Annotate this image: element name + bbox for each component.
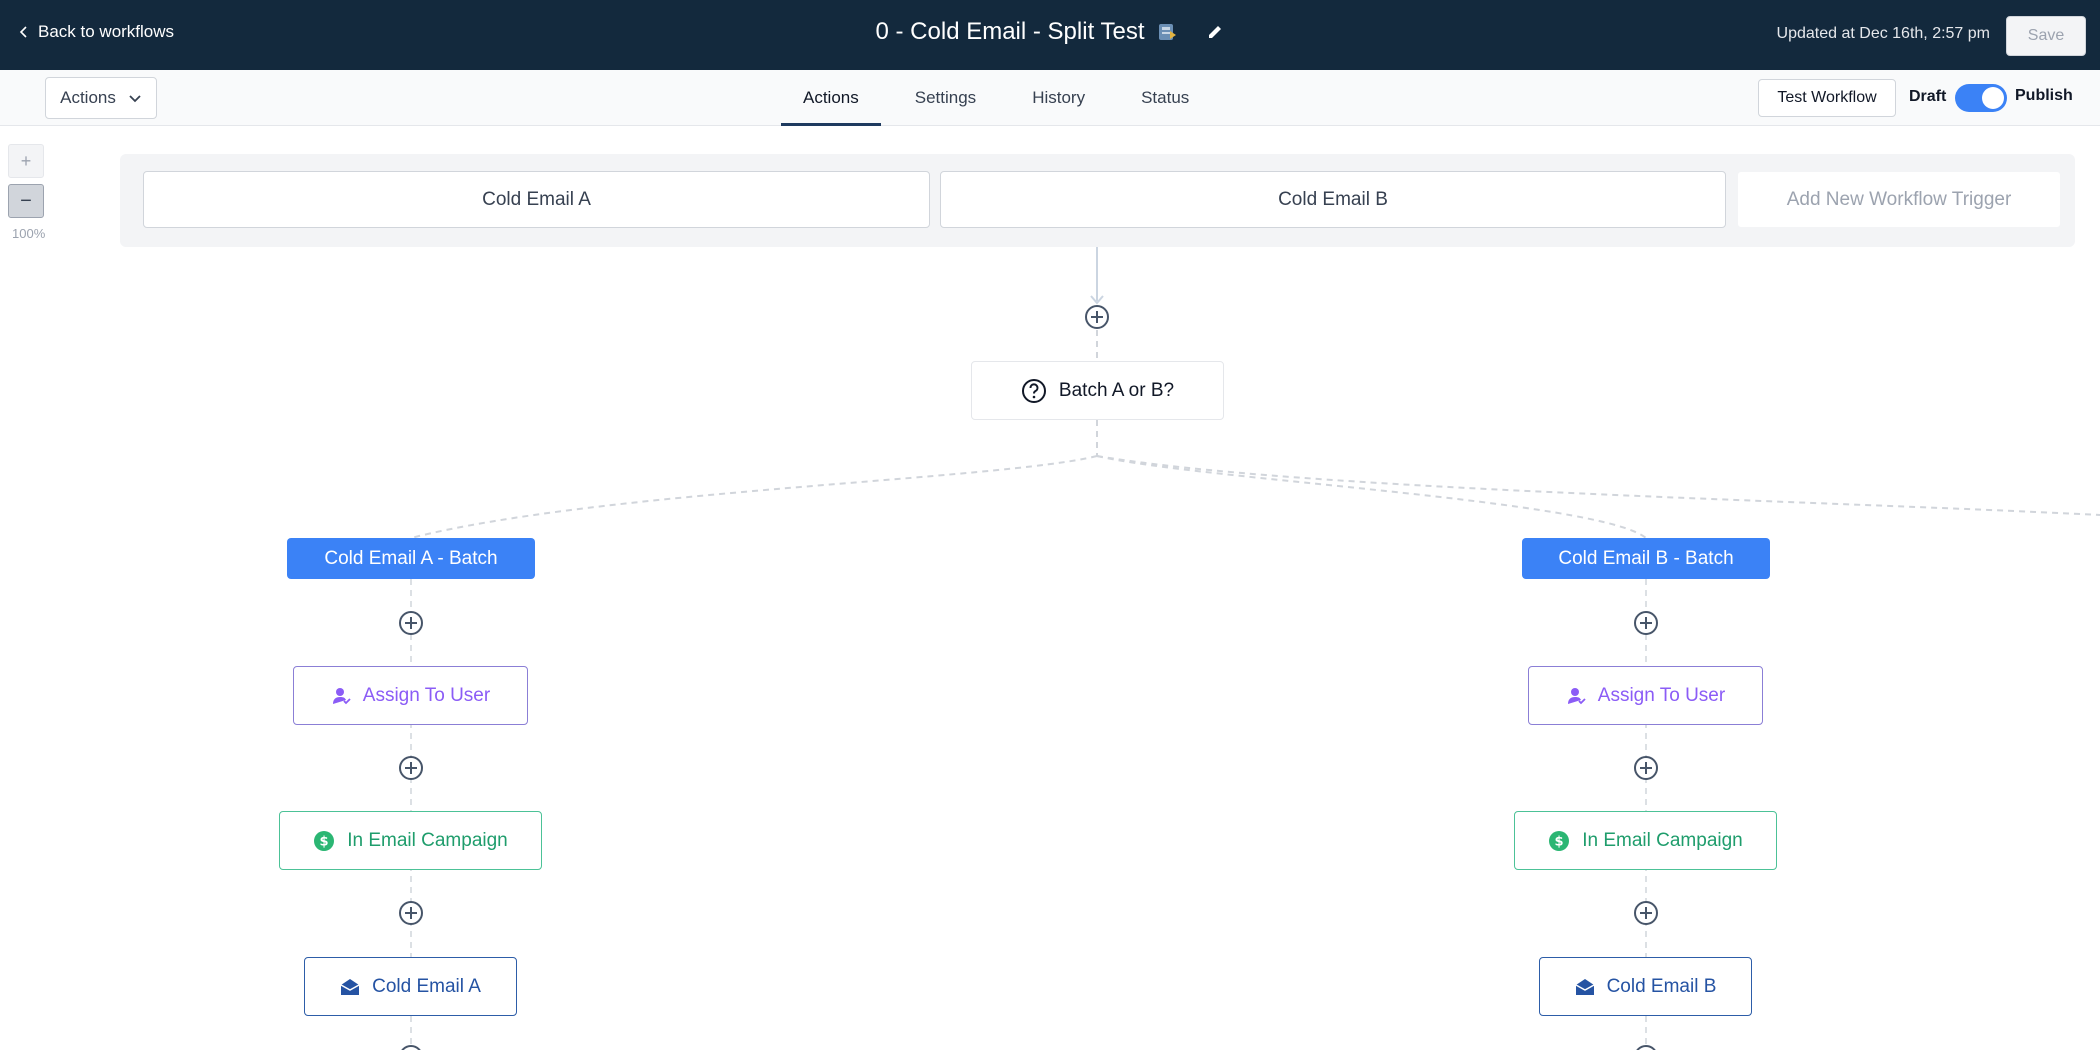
plus-circle-icon — [1634, 901, 1658, 925]
branch-b-email-node[interactable]: Cold Email B — [1539, 957, 1752, 1016]
chevron-left-icon — [19, 26, 27, 38]
workflow-title: 0 - Cold Email - Split Test — [875, 18, 1145, 45]
svg-text:$: $ — [320, 834, 329, 849]
branch-a-email-node[interactable]: Cold Email A — [304, 957, 517, 1016]
publish-toggle[interactable] — [1955, 84, 2007, 112]
add-action-button[interactable] — [1633, 755, 1659, 781]
assign-label: Assign To User — [1597, 684, 1726, 706]
decision-label: Batch A or B? — [1058, 379, 1175, 401]
back-to-workflows-link[interactable]: Back to workflows — [18, 22, 174, 42]
add-trigger-button[interactable]: Add New Workflow Trigger — [1737, 171, 2061, 228]
zoom-out-button[interactable]: − — [8, 184, 44, 218]
branch-b-assign-user-node[interactable]: Assign To User — [1528, 666, 1763, 725]
add-action-button[interactable] — [1633, 1044, 1659, 1050]
campaign-label: In Email Campaign — [1582, 829, 1743, 851]
trigger-cold-email-b[interactable]: Cold Email B — [940, 171, 1726, 228]
plus-circle-icon — [1085, 305, 1109, 329]
actions-dropdown-label: Actions — [60, 88, 116, 107]
zoom-level: 100% — [12, 226, 46, 241]
email-label: Cold Email B — [1606, 975, 1717, 997]
tab-bar: Actions Settings History Status — [775, 70, 1218, 126]
envelope-open-icon — [1575, 978, 1594, 995]
branch-b-batch-node[interactable]: Cold Email B - Batch — [1522, 538, 1770, 579]
test-workflow-button[interactable]: Test Workflow — [1758, 79, 1896, 117]
dollar-circle-icon: $ — [1549, 830, 1570, 851]
sub-toolbar: Actions Actions Settings History Status … — [0, 70, 2100, 126]
toggle-knob — [1982, 87, 2004, 109]
add-action-button[interactable] — [398, 755, 424, 781]
envelope-open-icon — [340, 978, 360, 995]
add-action-button[interactable] — [398, 610, 424, 636]
tab-status[interactable]: Status — [1119, 70, 1211, 125]
add-action-button[interactable] — [1633, 900, 1659, 926]
chevron-down-icon — [129, 95, 141, 103]
plus-circle-icon — [1636, 1045, 1656, 1050]
add-action-button[interactable] — [398, 900, 424, 926]
branch-a-batch-node[interactable]: Cold Email A - Batch — [287, 538, 535, 579]
add-action-button[interactable] — [1633, 610, 1659, 636]
updated-timestamp: Updated at Dec 16th, 2:57 pm — [1776, 25, 1990, 42]
plus-circle-icon — [399, 756, 423, 780]
plus-circle-icon — [401, 1045, 421, 1050]
branch-a-email-campaign-node[interactable]: $ In Email Campaign — [279, 811, 542, 870]
tab-history[interactable]: History — [1010, 70, 1107, 125]
trigger-cold-email-a[interactable]: Cold Email A — [143, 171, 930, 228]
workflow-emoji-icon — [1159, 24, 1177, 40]
plus-circle-icon — [399, 611, 423, 635]
question-icon — [1021, 378, 1046, 403]
add-action-button[interactable] — [398, 1044, 424, 1050]
campaign-label: In Email Campaign — [347, 829, 508, 851]
email-label: Cold Email A — [372, 975, 481, 997]
back-label: Back to workflows — [38, 22, 175, 41]
assign-user-icon — [1567, 687, 1586, 704]
tab-settings[interactable]: Settings — [893, 70, 998, 125]
top-bar: Back to workflows 0 - Cold Email - Split… — [0, 0, 2100, 70]
plus-circle-icon — [399, 901, 423, 925]
assign-label: Assign To User — [362, 684, 491, 706]
save-button[interactable]: Save — [2006, 16, 2086, 56]
branch-a-assign-user-node[interactable]: Assign To User — [293, 666, 528, 725]
pencil-icon[interactable] — [1206, 23, 1224, 41]
branch-b-email-campaign-node[interactable]: $ In Email Campaign — [1514, 811, 1777, 870]
assign-user-icon — [332, 687, 351, 704]
publish-label: Publish — [2015, 87, 2073, 104]
plus-circle-icon — [1634, 611, 1658, 635]
dollar-circle-icon: $ — [314, 830, 335, 851]
add-action-button[interactable] — [1084, 304, 1110, 330]
draft-label: Draft — [1909, 88, 1947, 105]
actions-dropdown[interactable]: Actions — [45, 77, 157, 119]
plus-circle-icon — [1634, 756, 1658, 780]
svg-text:$: $ — [1555, 834, 1564, 849]
zoom-in-button[interactable]: + — [8, 144, 44, 178]
trigger-bar: Cold Email A Cold Email B Add New Workfl… — [120, 154, 2075, 247]
tab-actions[interactable]: Actions — [781, 70, 881, 126]
decision-node[interactable]: Batch A or B? — [971, 361, 1224, 420]
